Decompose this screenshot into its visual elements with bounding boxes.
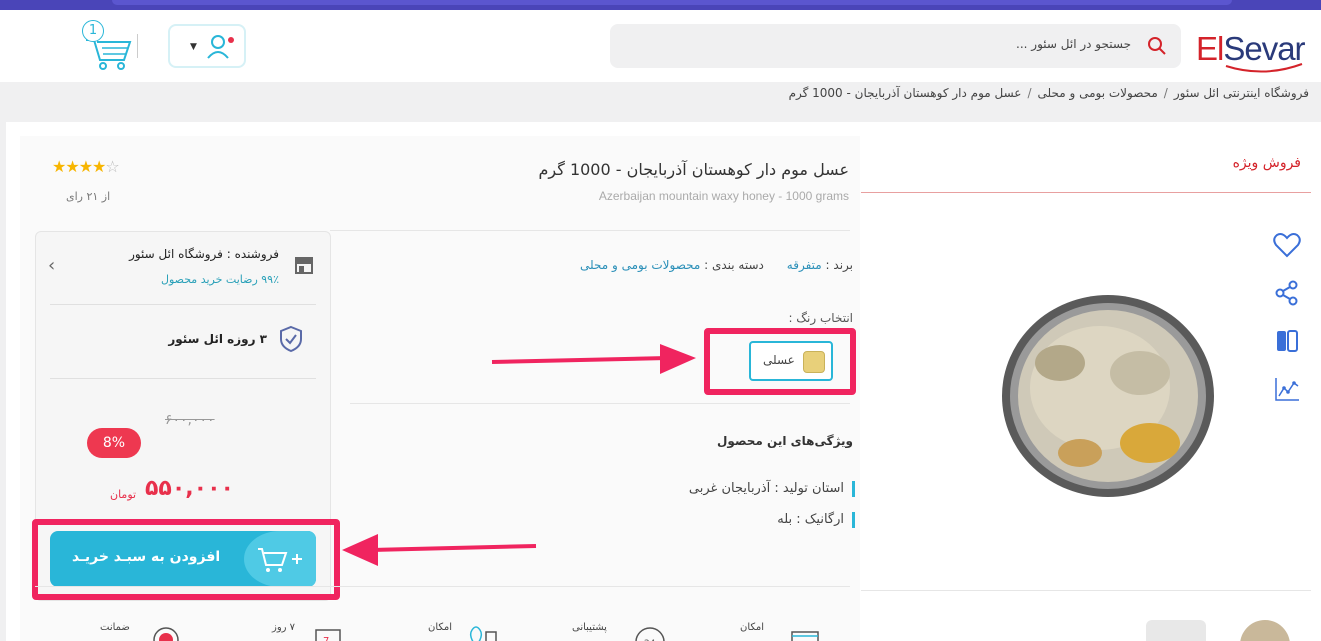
store-icon: [295, 257, 313, 274]
feature-label: امکان: [428, 622, 453, 633]
breadcrumb-item-category[interactable]: محصولات بومی و محلی: [1038, 86, 1158, 100]
product-subtitle: Azerbaijan mountain waxy honey - 1000 gr…: [598, 189, 849, 203]
rating-stars: ★★★★☆: [52, 157, 120, 176]
shield-icon: [280, 325, 302, 353]
feature-item: استان تولید : آذربایجان غربی: [689, 481, 855, 497]
brand-label: برند :: [825, 258, 853, 272]
price-chart-icon[interactable]: [1272, 374, 1302, 404]
divider: [861, 590, 1311, 591]
support-icon: 24: [635, 627, 665, 641]
svg-text:7: 7: [323, 636, 329, 641]
chevron-left-icon[interactable]: ‹: [48, 255, 55, 276]
old-price: ۶۰۰,۰۰۰: [165, 412, 215, 428]
product-image[interactable]: [1000, 293, 1216, 499]
divider: [50, 304, 316, 305]
annotation-arrow-icon: [491, 344, 696, 374]
search-input[interactable]: جستجو در ائل سئور ...: [1016, 37, 1131, 51]
seller-name[interactable]: فروشنده : فروشگاه ائل سئور: [129, 247, 279, 261]
brand-category-row: برند : متفرقه دسته بندی : محصولات بومی و…: [580, 258, 853, 272]
feature-label: ۷ روز: [272, 622, 296, 633]
search-bar[interactable]: جستجو در ائل سئور ...: [610, 24, 1181, 68]
heart-icon[interactable]: [1272, 230, 1302, 260]
seller-satisfaction: ۹۹٪ رضایت خرید محصول: [160, 273, 279, 286]
highlight-box: [32, 519, 340, 600]
logo-prefix: El: [1196, 30, 1224, 67]
search-icon[interactable]: [1147, 36, 1167, 56]
feature-item: ارگانیک : بله: [777, 512, 855, 528]
thumbnail[interactable]: [1146, 620, 1206, 641]
share-icon[interactable]: [1272, 278, 1302, 308]
current-price: ۵۵۰,۰۰۰: [145, 476, 234, 501]
special-sale-heading: فروش ویژه: [1232, 155, 1301, 171]
product-actions: [1272, 230, 1304, 422]
discount-badge: 8%: [87, 428, 141, 458]
compare-icon[interactable]: [1272, 326, 1302, 356]
chevron-down-icon: ▼: [190, 42, 197, 52]
brand-link[interactable]: متفرقه: [787, 258, 822, 272]
highlight-box: [704, 328, 856, 395]
top-strip: [0, 0, 1321, 10]
divider: [330, 230, 850, 231]
feature-label: ضمانت: [100, 622, 130, 633]
breadcrumb-item-home[interactable]: فروشگاه اینترنتی ائل سئور: [1174, 86, 1309, 100]
user-menu-button[interactable]: ▼: [168, 24, 246, 68]
feature-label: پشتیبانی: [572, 622, 607, 633]
color-select-title: انتخاب رنگ :: [788, 311, 853, 325]
header-divider: [137, 34, 138, 58]
category-link[interactable]: محصولات بومی و محلی: [580, 258, 700, 272]
annotation-arrow-icon: [342, 534, 537, 566]
shipping-info: ۳ روزه ائل سئور: [168, 332, 267, 346]
feature-label: امکان: [740, 622, 765, 633]
guarantee-icon: [153, 627, 179, 641]
cart-button[interactable]: 1: [80, 20, 132, 72]
user-icon: [207, 35, 234, 59]
divider: [861, 192, 1311, 193]
features-title: ویژگی‌های این محصول: [717, 434, 853, 448]
breadcrumb: فروشگاه اینترنتی ائل سئور/محصولات بومی و…: [788, 86, 1309, 100]
category-label: دسته بندی :: [704, 258, 764, 272]
return-box-icon: 7: [315, 629, 341, 641]
delivery-icon: [791, 631, 819, 641]
site-header: ElSevar جستجو در ائل سئور ... ▼ 1: [0, 10, 1321, 82]
divider: [350, 403, 850, 404]
breadcrumb-item-product: عسل موم دار کوهستان آذربایجان - 1000 گرم: [788, 86, 1022, 100]
product-title: عسل موم دار کوهستان آذربایجان - 1000 گرم: [538, 160, 850, 179]
location-icon: [469, 626, 497, 641]
divider: [50, 378, 316, 379]
site-logo[interactable]: ElSevar: [1196, 24, 1316, 74]
divider: [35, 586, 850, 587]
currency-label: تومان: [110, 488, 137, 501]
rating-count: از ۲۱ رای: [66, 190, 111, 203]
cart-count-badge: 1: [82, 20, 104, 42]
